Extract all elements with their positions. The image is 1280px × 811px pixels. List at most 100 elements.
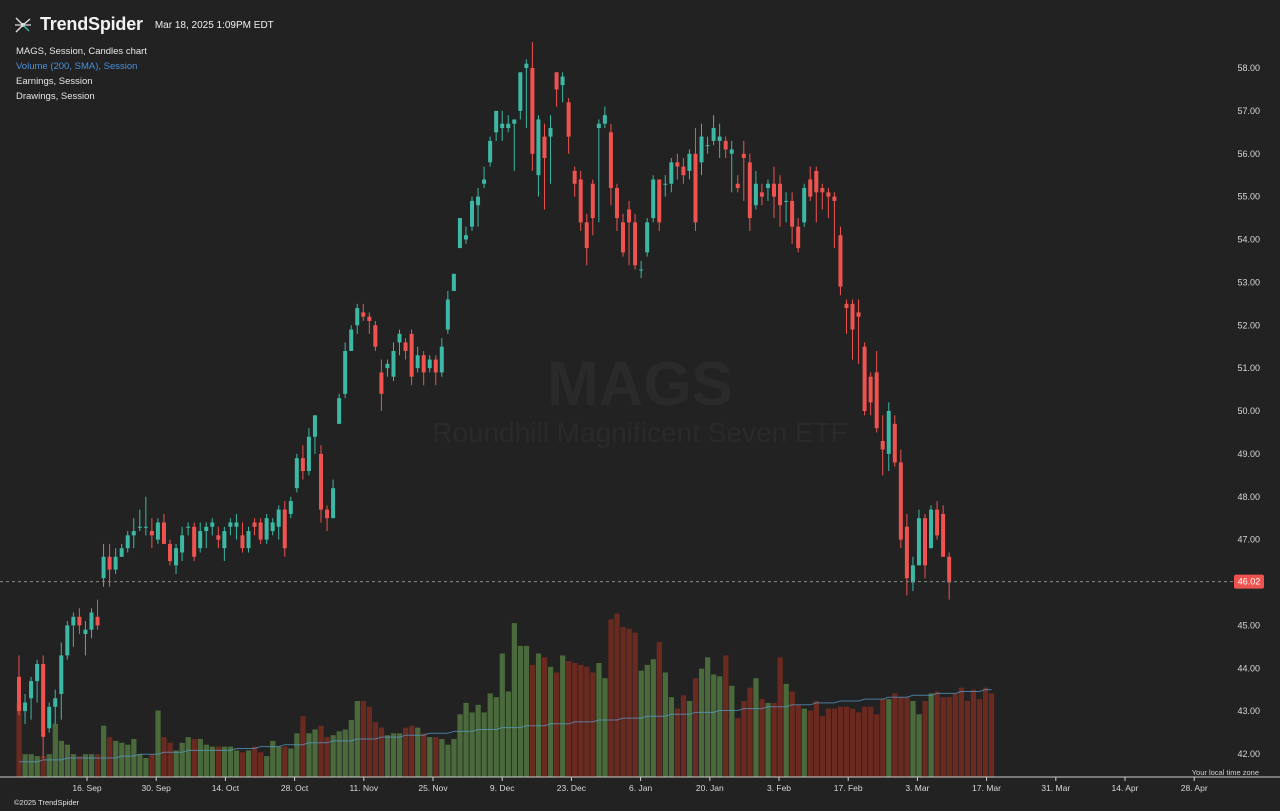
candle[interactable] [276, 505, 281, 540]
candle[interactable] [445, 290, 450, 334]
candle[interactable] [838, 226, 843, 296]
candle[interactable] [125, 531, 130, 553]
candle[interactable] [228, 518, 233, 536]
candle[interactable] [35, 659, 40, 703]
candle[interactable] [741, 140, 746, 201]
candle[interactable] [337, 393, 342, 424]
candle[interactable] [89, 608, 94, 639]
candle[interactable] [512, 119, 517, 171]
candle[interactable] [947, 552, 952, 600]
candle[interactable] [246, 526, 251, 553]
candle[interactable] [681, 158, 686, 184]
candle[interactable] [113, 548, 118, 574]
candle[interactable] [59, 642, 64, 720]
candle[interactable] [476, 188, 481, 227]
candle[interactable] [578, 170, 583, 231]
candle[interactable] [832, 192, 837, 249]
candle[interactable] [355, 303, 360, 334]
candle[interactable] [192, 522, 197, 562]
candle[interactable] [53, 689, 58, 724]
candle[interactable] [929, 505, 934, 549]
candle[interactable] [941, 505, 946, 557]
candle[interactable] [119, 543, 124, 557]
candle[interactable] [645, 218, 650, 257]
candle[interactable] [463, 226, 468, 244]
candle[interactable] [524, 59, 529, 129]
candle[interactable] [772, 166, 776, 219]
candle[interactable] [403, 338, 408, 360]
candle[interactable] [699, 123, 704, 176]
candle[interactable] [433, 355, 438, 386]
candle[interactable] [796, 218, 801, 253]
candle[interactable] [288, 496, 293, 519]
candle[interactable] [186, 522, 191, 536]
candle[interactable] [880, 415, 885, 476]
candle[interactable] [367, 312, 372, 334]
candle[interactable] [379, 359, 384, 411]
candle[interactable] [657, 179, 662, 231]
candle[interactable] [421, 350, 426, 386]
candle[interactable] [397, 329, 402, 356]
candle[interactable] [427, 355, 432, 373]
candle[interactable] [180, 526, 185, 562]
candle[interactable] [717, 123, 722, 159]
legend-volume-indicator[interactable]: Volume (200, SMA), Session [16, 59, 147, 74]
legend-main-series[interactable]: MAGS, Session, Candles chart [16, 44, 147, 59]
candle[interactable] [868, 372, 873, 416]
candle[interactable] [457, 218, 462, 249]
candle[interactable] [161, 513, 166, 544]
candle[interactable] [802, 183, 807, 227]
candle[interactable] [765, 179, 770, 201]
candle[interactable] [621, 213, 625, 257]
chart-area[interactable]: MAGS Roundhill Magnificent Seven ETF 58.… [0, 0, 1280, 811]
legend-drawings[interactable]: Drawings, Session [16, 89, 147, 104]
candle[interactable] [923, 513, 927, 579]
candle[interactable] [898, 449, 903, 549]
candle[interactable] [693, 128, 698, 231]
candle[interactable] [23, 693, 28, 724]
candle[interactable] [530, 42, 535, 171]
candle[interactable] [705, 136, 710, 154]
candle[interactable] [95, 599, 100, 630]
candle[interactable] [174, 543, 179, 574]
candle[interactable] [935, 501, 940, 540]
candle[interactable] [814, 166, 819, 223]
candle[interactable] [729, 140, 734, 193]
candle[interactable] [506, 115, 511, 133]
candle[interactable] [874, 350, 879, 433]
candle[interactable] [916, 509, 921, 566]
candle[interactable] [584, 213, 589, 266]
candle[interactable] [723, 136, 728, 159]
candle[interactable] [608, 123, 613, 206]
candle[interactable] [391, 342, 396, 381]
candle[interactable] [482, 166, 487, 189]
candle[interactable] [349, 325, 354, 351]
candle[interactable] [596, 119, 601, 223]
candle[interactable] [65, 621, 70, 660]
candle[interactable] [252, 518, 257, 536]
candle[interactable] [409, 329, 414, 386]
candle[interactable] [651, 175, 656, 223]
candle[interactable] [149, 518, 154, 549]
candle[interactable] [319, 445, 323, 523]
candle[interactable] [264, 513, 269, 544]
candle[interactable] [675, 153, 680, 180]
candlestick-chart[interactable]: MAGS Roundhill Magnificent Seven ETF 58.… [0, 0, 1280, 811]
candle[interactable] [892, 415, 897, 467]
candle[interactable] [494, 110, 499, 141]
candle[interactable] [101, 543, 106, 587]
candle[interactable] [910, 556, 915, 592]
candle[interactable] [143, 496, 148, 536]
candle[interactable] [325, 505, 330, 532]
candle[interactable] [107, 543, 112, 587]
candle[interactable] [759, 183, 764, 206]
candle[interactable] [216, 526, 221, 549]
candle[interactable] [83, 621, 88, 656]
candle[interactable] [343, 342, 348, 399]
candle[interactable] [137, 509, 142, 532]
candle[interactable] [536, 115, 541, 197]
candle[interactable] [633, 213, 638, 270]
candle[interactable] [904, 513, 909, 596]
candle[interactable] [373, 320, 378, 351]
candle[interactable] [747, 153, 752, 231]
